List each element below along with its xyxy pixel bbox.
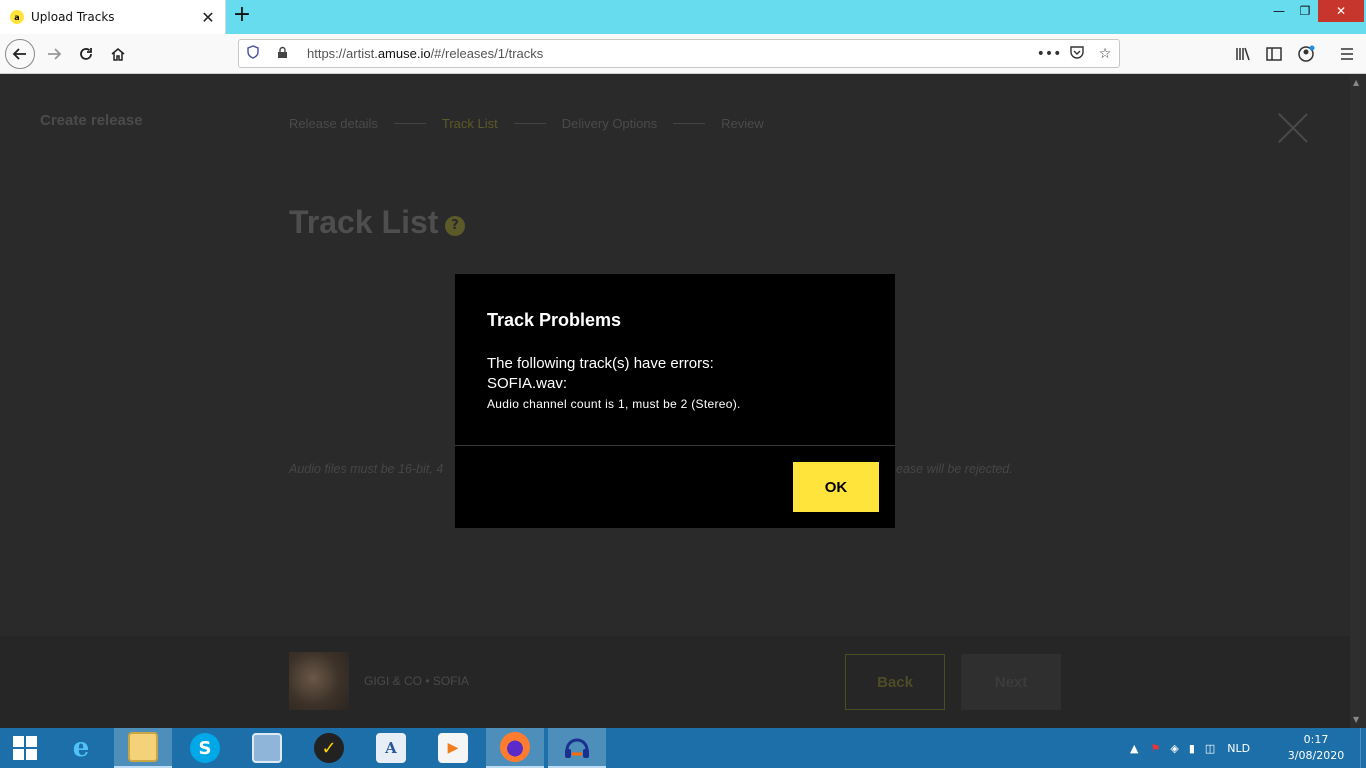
back-button[interactable] [5, 39, 35, 69]
dropbox-icon[interactable]: ◈ [1170, 742, 1178, 755]
pocket-icon[interactable] [1063, 45, 1091, 63]
step-separator [673, 123, 706, 124]
menu-icon[interactable] [1335, 42, 1359, 66]
url-text[interactable]: https://artist.amuse.io/#/releases/1/tra… [307, 46, 1035, 61]
taskbar-media-player[interactable]: ▶ [424, 728, 482, 768]
network-icon[interactable]: ◫ [1205, 742, 1215, 755]
headphones-app-icon [562, 732, 592, 762]
media-player-icon: ▶ [438, 733, 468, 763]
word-icon: A [376, 733, 406, 763]
amuse-favicon-icon: a [10, 10, 24, 24]
close-release-icon[interactable] [1277, 112, 1309, 144]
system-tray: ▲ ⚑ ◈ ▮ ◫ NLD [1130, 728, 1250, 768]
taskbar-file-explorer[interactable] [114, 728, 172, 768]
dialog-file-name: SOFIA.wav: [487, 375, 568, 392]
browser-tab[interactable]: a Upload Tracks ✕ [0, 0, 226, 34]
show-desktop-button[interactable] [1360, 728, 1366, 768]
window-maximize-button[interactable]: ❐ [1292, 0, 1318, 22]
track-problems-dialog: Track Problems The following track(s) ha… [455, 274, 895, 528]
taskbar-clock[interactable]: 0:17 3/08/2020 [1286, 732, 1346, 764]
audio-requirements-hint-end: ease will be rejected. [896, 462, 1013, 476]
home-button[interactable] [104, 40, 132, 68]
control-panel-icon [252, 733, 282, 763]
page-actions-icon[interactable]: ••• [1035, 46, 1063, 62]
taskbar-norton[interactable]: ✓ [300, 728, 358, 768]
audio-requirements-hint: Audio files must be 16-bit, 4 [289, 462, 444, 476]
tab-title: Upload Tracks [31, 10, 115, 24]
file-explorer-icon [128, 732, 158, 762]
taskbar-word[interactable]: A [362, 728, 420, 768]
window-close-button[interactable]: ✕ [1318, 0, 1364, 22]
taskbar-headphones-app[interactable] [548, 728, 606, 768]
release-cover-image [289, 652, 349, 710]
release-artist-title: GIGI & CO • SOFIA [364, 674, 469, 688]
clock-time: 0:17 [1303, 733, 1329, 746]
taskbar-control-panel[interactable] [238, 728, 296, 768]
battery-icon[interactable]: ▮ [1189, 742, 1195, 755]
reload-icon [80, 48, 92, 60]
back-button-page[interactable]: Back [845, 654, 945, 710]
tab-close-icon[interactable]: ✕ [197, 8, 219, 27]
step-separator [513, 123, 546, 124]
window-minimize-button[interactable]: — [1266, 0, 1292, 22]
lock-icon[interactable] [277, 46, 291, 62]
dialog-message: The following track(s) have errors: [487, 355, 714, 372]
tracking-shield-icon[interactable] [247, 45, 263, 62]
internet-explorer-icon: e [72, 733, 90, 763]
language-indicator[interactable]: NLD [1227, 742, 1250, 755]
home-icon [111, 48, 125, 61]
create-release-heading: Create release [40, 112, 143, 129]
scroll-up-icon[interactable]: ▲ [1353, 78, 1359, 87]
skype-icon: S [190, 733, 220, 763]
dialog-divider [455, 445, 895, 446]
step-release-details[interactable]: Release details [289, 116, 378, 131]
arrow-right-icon [48, 48, 62, 60]
firefox-icon [500, 732, 530, 762]
reload-button[interactable] [72, 40, 100, 68]
next-button[interactable]: Next [961, 654, 1061, 710]
taskbar-internet-explorer[interactable]: e [52, 728, 110, 768]
dialog-error-detail: Audio channel count is 1, must be 2 (Ste… [487, 397, 741, 411]
help-icon[interactable]: ? [445, 216, 465, 236]
arrow-left-icon [12, 48, 26, 60]
forward-button[interactable] [40, 40, 68, 68]
step-separator [393, 123, 426, 124]
step-delivery-options[interactable]: Delivery Options [562, 116, 657, 131]
taskbar-firefox[interactable] [486, 728, 544, 768]
windows-taskbar: e S ✓ A ▶ ▲ ⚑ ◈ ▮ ◫ NLD 0:17 3/08/2020 [0, 728, 1366, 768]
step-track-list[interactable]: Track List [442, 116, 498, 131]
account-icon[interactable] [1294, 42, 1318, 66]
windows-logo-icon [13, 736, 37, 760]
library-icon[interactable] [1231, 42, 1255, 66]
navigation-bar: https://artist.amuse.io/#/releases/1/tra… [0, 34, 1366, 74]
clock-date: 3/08/2020 [1287, 749, 1345, 762]
norton-icon: ✓ [314, 733, 344, 763]
start-button[interactable] [0, 728, 50, 768]
release-footer: GIGI & CO • SOFIA Back Next [0, 636, 1350, 728]
url-bar[interactable]: https://artist.amuse.io/#/releases/1/tra… [238, 39, 1120, 68]
action-center-flag-icon[interactable]: ⚑ [1150, 742, 1160, 755]
tab-bar: a Upload Tracks ✕ + — ❐ ✕ [0, 0, 1366, 34]
new-tab-button[interactable]: + [230, 4, 254, 28]
page-title: Track List [289, 204, 439, 240]
taskbar-skype[interactable]: S [176, 728, 234, 768]
scroll-down-icon[interactable]: ▼ [1353, 715, 1359, 724]
step-review[interactable]: Review [721, 116, 764, 131]
page-scrollbar[interactable]: ▲ ▼ [1350, 74, 1366, 728]
release-steps: Release details Track List Delivery Opti… [289, 116, 764, 131]
sidebar-icon[interactable] [1262, 42, 1286, 66]
bookmark-star-icon[interactable]: ☆ [1091, 46, 1119, 62]
show-hidden-icons-icon[interactable]: ▲ [1130, 742, 1138, 755]
dialog-title: Track Problems [487, 310, 622, 330]
ok-button[interactable]: OK [793, 462, 879, 512]
